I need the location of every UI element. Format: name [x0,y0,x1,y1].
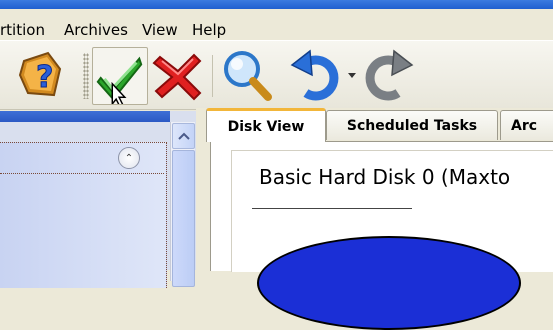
undo-button[interactable] [288,47,344,103]
menu-bar: rtition Archives View Help [0,9,553,39]
toolbar-grip [83,53,89,99]
toolbar: ? [0,40,553,110]
left-pane-scrollbar[interactable] [170,122,195,287]
left-task-pane: ⌃ [0,111,196,288]
tab-disk-view[interactable]: Disk View [206,108,326,142]
apply-button[interactable] [92,47,148,108]
undo-icon [290,49,339,101]
disk-view-content: Basic Hard Disk 0 (Maxto [210,141,553,330]
toolbar-separator [212,55,213,97]
help-button[interactable]: ? [14,47,70,103]
left-pane-header [0,111,170,122]
title-bar-strip [0,0,553,9]
menu-view[interactable]: View [142,21,178,39]
search-button[interactable] [218,47,274,103]
scrollbar-thumb[interactable] [172,150,195,287]
disk-title: Basic Hard Disk 0 (Maxto [259,165,511,189]
task-group-panel: ⌃ [0,142,167,288]
tab-scheduled-tasks[interactable]: Scheduled Tasks [326,110,498,140]
svg-text:?: ? [36,60,53,95]
menu-help[interactable]: Help [192,21,226,39]
undo-dropdown-arrow[interactable] [348,73,356,78]
menu-partition[interactable]: rtition [0,21,45,39]
magnifier-icon [224,51,272,101]
cancel-x-icon [152,53,202,101]
redo-icon [365,49,414,101]
disk-graphic[interactable] [257,236,521,330]
tab-archives[interactable]: Arc [500,110,553,140]
collapse-chevron-icon[interactable]: ⌃ [118,147,140,169]
task-group-header[interactable]: ⌃ [0,143,164,174]
disk-view-panel: Basic Hard Disk 0 (Maxto [231,150,553,330]
help-icon: ? [18,51,62,97]
redo-button[interactable] [360,47,416,103]
main-view-pane: Disk View Scheduled Tasks Arc Basic Hard… [196,108,553,330]
title-underline [252,208,412,209]
cancel-button[interactable] [150,47,206,103]
checkmark-icon [96,56,143,108]
scroll-up-arrow-icon[interactable] [172,123,195,149]
menu-archives[interactable]: Archives [64,21,128,39]
